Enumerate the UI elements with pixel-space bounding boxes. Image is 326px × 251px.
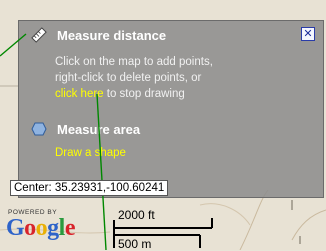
scale-label-imperial: 2000 ft xyxy=(118,208,155,222)
instruction-line-2: right-click to delete points, or xyxy=(55,72,202,84)
ruler-icon xyxy=(31,27,47,43)
measure-distance-title[interactable]: Measure distance xyxy=(57,28,166,43)
google-logo[interactable]: Google xyxy=(6,215,76,242)
center-coordinates: Center: 35.23931,-100.60241 xyxy=(10,180,169,196)
measure-distance-row[interactable]: Measure distance xyxy=(31,27,166,43)
scale-label-metric: 500 m xyxy=(118,237,152,251)
polygon-icon xyxy=(31,121,47,137)
stop-drawing-link[interactable]: click here xyxy=(55,88,104,100)
stop-drawing-suffix: to stop drawing xyxy=(103,88,185,100)
measure-area-row[interactable]: Measure area xyxy=(31,121,140,137)
measure-panel: Measure distance Click on the map to add… xyxy=(18,20,324,198)
measure-instructions: Click on the map to add points, right-cl… xyxy=(55,54,305,102)
close-icon[interactable]: ✕ xyxy=(301,27,315,41)
draw-shape-link[interactable]: Draw a shape xyxy=(55,147,126,159)
instruction-line-1: Click on the map to add points, xyxy=(55,56,213,68)
measure-area-title[interactable]: Measure area xyxy=(57,122,140,137)
